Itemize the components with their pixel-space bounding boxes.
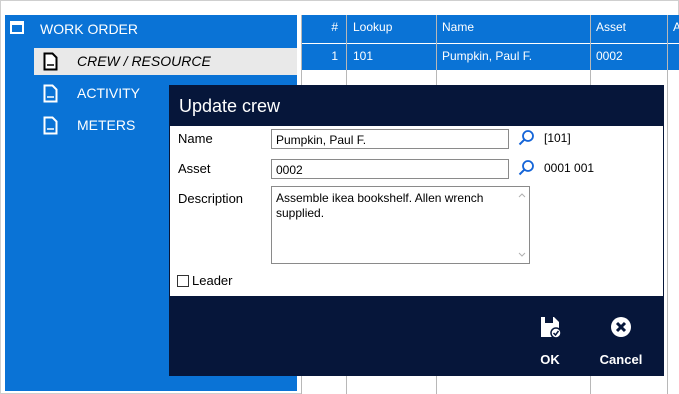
row-number: 1 (331, 49, 338, 63)
grid-line (667, 15, 668, 394)
save-icon (541, 317, 561, 338)
sidebar-header: WORK ORDER (5, 15, 297, 45)
grid-header: # Lookup Name Asset A (301, 15, 679, 43)
row-name: Pumpkin, Paul F. (442, 49, 533, 63)
update-crew-dialog: Update crew Name Pumpkin, Paul F. [101] … (170, 86, 663, 375)
document-icon (43, 84, 58, 103)
ok-label: OK (540, 352, 560, 367)
sidebar-item-label: ACTIVITY (77, 85, 141, 101)
row-lookup: 101 (353, 49, 374, 63)
leader-checkbox[interactable] (177, 275, 189, 287)
dialog-title: Update crew (179, 96, 281, 116)
ok-button[interactable]: OK (520, 314, 580, 374)
name-lookup-code: [101] (544, 131, 571, 145)
column-header-asset[interactable]: Asset (596, 20, 626, 34)
search-icon[interactable] (518, 129, 535, 146)
asset-label: Asset (178, 161, 211, 176)
column-header-lookup[interactable]: Lookup (353, 20, 392, 34)
description-text: Assemble ikea bookshelf. Allen wrench su… (276, 191, 484, 220)
sidebar-item-label: METERS (77, 117, 136, 133)
leader-label: Leader (192, 273, 233, 288)
sidebar-item-label: CREW / RESOURCE (77, 53, 211, 69)
description-label: Description (178, 191, 244, 206)
cancel-button[interactable]: Cancel (591, 314, 651, 374)
window-icon (10, 21, 24, 34)
search-icon[interactable] (518, 159, 535, 176)
column-header-extra[interactable]: A (673, 20, 679, 34)
name-field[interactable]: Pumpkin, Paul F. (271, 129, 509, 149)
sidebar-item-crew-resource[interactable]: CREW / RESOURCE (34, 48, 297, 75)
dialog-footer: OK Cancel (170, 296, 663, 375)
row-asset: 0002 (596, 49, 623, 63)
document-icon (43, 52, 58, 71)
asset-field[interactable]: 0002 (271, 159, 509, 179)
close-icon (611, 317, 631, 337)
scrollbar[interactable] (516, 188, 528, 262)
dialog-header: Update crew (170, 86, 663, 126)
column-header-name[interactable]: Name (442, 20, 474, 34)
table-row[interactable]: 1 101 Pumpkin, Paul F. 0002 (301, 44, 679, 70)
asset-lookup-code: 0001 001 (544, 161, 595, 175)
name-label: Name (178, 131, 213, 146)
document-icon (43, 116, 58, 135)
cancel-label: Cancel (599, 352, 643, 367)
column-header-number[interactable]: # (301, 20, 338, 34)
description-textarea[interactable]: Assemble ikea bookshelf. Allen wrench su… (271, 186, 530, 264)
sidebar-title: WORK ORDER (40, 21, 138, 37)
